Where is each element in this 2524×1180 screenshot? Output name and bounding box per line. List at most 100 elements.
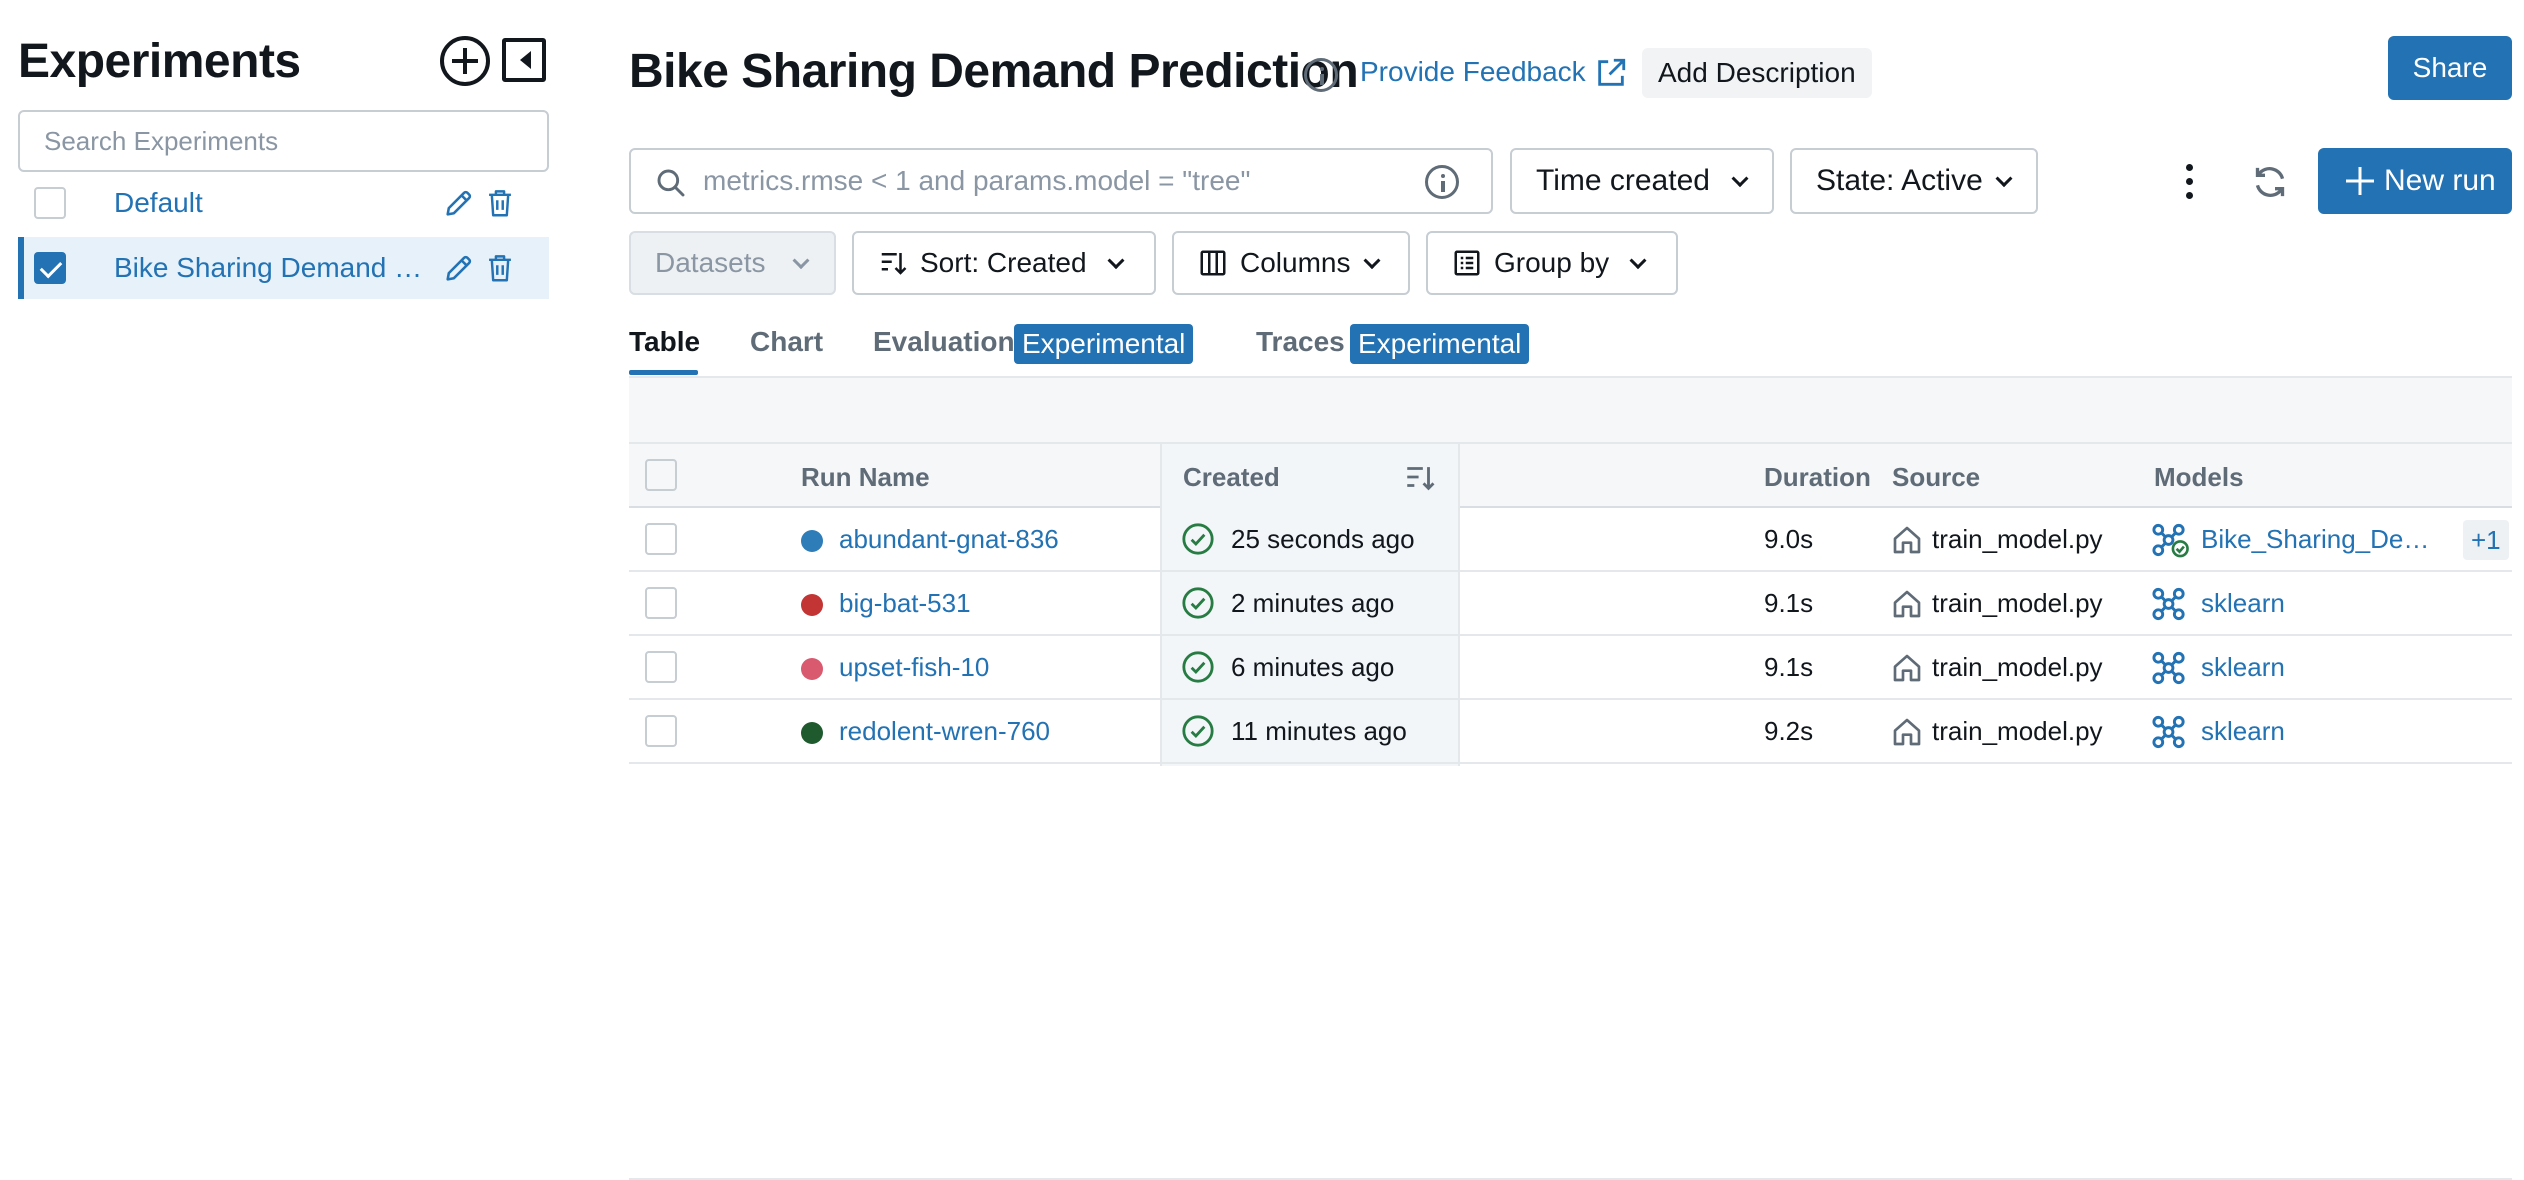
run-name-link[interactable]: upset-fish-10: [839, 652, 989, 683]
tab-evaluation[interactable]: Evaluation: [873, 326, 1015, 358]
run-color-dot: [801, 658, 823, 680]
sort-descending-icon[interactable]: [1403, 460, 1437, 494]
experiment-checkbox[interactable]: [34, 187, 66, 219]
share-button[interactable]: Share: [2388, 36, 2512, 100]
run-duration: 9.1s: [1764, 652, 1814, 682]
run-duration: 9.2s: [1764, 716, 1814, 746]
run-source: train_model.py: [1932, 716, 2103, 746]
run-created: 6 minutes ago: [1231, 652, 1395, 682]
sort-icon: [881, 253, 907, 275]
home-icon: [1893, 718, 1921, 746]
datasets-label: Datasets: [655, 247, 766, 278]
column-header-models[interactable]: Models: [2154, 462, 2244, 493]
pencil-icon[interactable]: [442, 186, 476, 220]
column-header-run-name[interactable]: Run Name: [801, 462, 930, 493]
row-checkbox[interactable]: [645, 587, 677, 619]
refresh-icon[interactable]: [2250, 162, 2290, 202]
table-row[interactable]: redolent-wren-760 11 minutes ago 9.2s train…: [629, 700, 2512, 764]
check-circle-icon: [1182, 587, 1214, 619]
run-search-input[interactable]: [703, 150, 1403, 212]
experimental-badge: Experimental: [1014, 324, 1194, 364]
state-label: State: Active: [1816, 164, 1983, 197]
group-by-icon: [1454, 250, 1480, 276]
check-circle-icon: [1182, 715, 1214, 747]
column-header-duration[interactable]: Duration: [1764, 462, 1871, 493]
run-name-link[interactable]: big-bat-531: [839, 588, 971, 619]
tab-chart[interactable]: Chart: [750, 326, 823, 358]
plus-circle-icon[interactable]: [440, 36, 490, 86]
group-by-label: Group by: [1494, 247, 1610, 278]
new-run-label: New run: [2384, 164, 2496, 197]
run-duration: 9.0s: [1764, 524, 1814, 554]
run-duration: 9.1s: [1764, 588, 1814, 618]
group-by-dropdown[interactable]: Group by: [1426, 231, 1678, 295]
run-model-link[interactable]: sklearn: [2201, 716, 2285, 747]
search-icon: [657, 169, 685, 197]
sidebar-collapse-icon[interactable]: [502, 38, 546, 82]
time-created-label: Time created: [1536, 164, 1710, 197]
table-row[interactable]: abundant-gnat-836 25 seconds ago 9.0s train…: [629, 508, 2512, 572]
state-dropdown[interactable]: State: Active: [1790, 148, 2038, 214]
provide-feedback-link[interactable]: Provide Feedback: [1360, 56, 1586, 88]
sidebar-title: Experiments: [18, 35, 301, 88]
search-experiments-input[interactable]: [18, 110, 549, 172]
run-color-dot: [801, 594, 823, 616]
check-circle-icon: [1182, 523, 1214, 555]
row-checkbox[interactable]: [645, 715, 677, 747]
plus-icon: [2346, 167, 2374, 195]
tab-table[interactable]: Table: [629, 326, 700, 358]
experiment-item-bike-sharing[interactable]: Bike Sharing Demand Prediction: [18, 237, 549, 299]
search-info-icon[interactable]: [1425, 165, 1459, 199]
chevron-down-icon: [1995, 170, 2013, 188]
run-name-link[interactable]: redolent-wren-760: [839, 716, 1050, 747]
model-icon: [2152, 651, 2185, 685]
run-created: 11 minutes ago: [1231, 716, 1407, 746]
home-icon: [1893, 654, 1921, 682]
select-all-checkbox[interactable]: [645, 459, 677, 491]
home-icon: [1893, 526, 1921, 554]
tab-traces[interactable]: Traces: [1256, 326, 1345, 358]
sort-label: Sort: Created: [920, 247, 1087, 278]
column-header-created[interactable]: Created: [1183, 462, 1280, 493]
info-icon[interactable]: [1304, 58, 1338, 92]
external-link-icon[interactable]: [1594, 56, 1628, 90]
table-row[interactable]: big-bat-531 2 minutes ago 9.1s train_model.…: [629, 572, 2512, 636]
check-circle-icon: [1182, 651, 1214, 683]
new-run-button[interactable]: New run: [2318, 148, 2512, 214]
more-models-badge[interactable]: +1: [2463, 520, 2509, 560]
run-model-link[interactable]: Bike_Sharing_Demand_Model: [2201, 524, 2437, 555]
sort-dropdown[interactable]: Sort: Created: [852, 231, 1156, 295]
chevron-down-icon: [1731, 170, 1749, 188]
experimental-badge: Experimental: [1350, 324, 1530, 364]
model-icon: [2152, 523, 2189, 558]
trash-icon[interactable]: [486, 188, 514, 218]
trash-icon[interactable]: [486, 253, 514, 283]
run-model-link[interactable]: sklearn: [2201, 652, 2285, 683]
run-created: 25 seconds ago: [1231, 524, 1415, 554]
more-options-icon[interactable]: [2178, 162, 2202, 202]
run-source: train_model.py: [1932, 588, 2103, 618]
experiment-label[interactable]: Default: [114, 187, 203, 219]
column-header-source[interactable]: Source: [1892, 462, 1980, 493]
run-name-link[interactable]: abundant-gnat-836: [839, 524, 1059, 555]
row-checkbox[interactable]: [645, 523, 677, 555]
row-checkbox[interactable]: [645, 651, 677, 683]
model-icon: [2152, 587, 2185, 621]
table-row[interactable]: upset-fish-10 6 minutes ago 9.1s train_mode…: [629, 636, 2512, 700]
run-source: train_model.py: [1932, 524, 2103, 554]
time-created-dropdown[interactable]: Time created: [1510, 148, 1774, 214]
chevron-down-icon: [1107, 252, 1125, 270]
datasets-dropdown[interactable]: Datasets: [629, 231, 836, 295]
run-created: 2 minutes ago: [1231, 588, 1395, 618]
experiment-checkbox[interactable]: [34, 252, 66, 284]
chevron-down-icon: [1629, 252, 1647, 270]
pencil-icon[interactable]: [442, 251, 476, 285]
columns-icon: [1200, 250, 1226, 276]
run-search-box[interactable]: [629, 148, 1493, 214]
run-source: train_model.py: [1932, 652, 2103, 682]
columns-dropdown[interactable]: Columns: [1172, 231, 1410, 295]
run-model-link[interactable]: sklearn: [2201, 588, 2285, 619]
experiment-item-default[interactable]: Default: [18, 172, 549, 234]
add-description-button[interactable]: Add Description: [1642, 48, 1872, 98]
experiment-label[interactable]: Bike Sharing Demand Prediction: [114, 252, 438, 284]
